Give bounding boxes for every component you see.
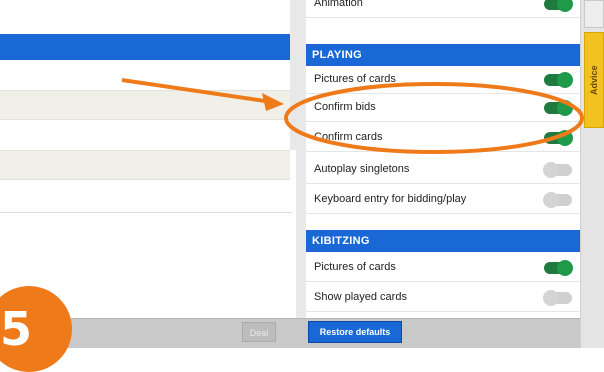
- setting-label: Animation: [314, 0, 363, 9]
- setting-row-keyboard-entry[interactable]: Keyboard entry for bidding/play: [306, 186, 580, 214]
- deal-button[interactable]: Deal: [242, 322, 276, 342]
- toggle-switch[interactable]: [544, 100, 573, 116]
- setting-row-pictures-of-cards[interactable]: Pictures of cards: [306, 66, 580, 94]
- setting-label: Pictures of cards: [314, 261, 396, 273]
- section-header-kibitzing: KIBITZING: [306, 230, 580, 252]
- list-row[interactable]: [0, 90, 290, 120]
- list-row-selected[interactable]: [0, 34, 290, 60]
- section-header-playing: PLAYING: [306, 44, 580, 66]
- restore-defaults-button[interactable]: Restore defaults: [308, 321, 402, 343]
- toggle-switch[interactable]: [544, 0, 573, 12]
- toggle-switch[interactable]: [543, 162, 572, 178]
- setting-row-kibitz-pictures-of-cards[interactable]: Pictures of cards: [306, 254, 580, 282]
- divider: [0, 212, 292, 213]
- setting-label: Pictures of cards: [314, 73, 396, 85]
- left-pane: [0, 0, 296, 318]
- toggle-knob: [543, 290, 559, 306]
- settings-panel: Animation PLAYING Pictures of cards Conf…: [306, 0, 580, 318]
- toggle-switch[interactable]: [544, 130, 573, 146]
- toggle-knob: [557, 260, 573, 276]
- setting-row-autoplay-singletons[interactable]: Autoplay singletons: [306, 156, 580, 184]
- setting-row-confirm-bids[interactable]: Confirm bids: [306, 94, 580, 122]
- list-row[interactable]: [0, 150, 290, 180]
- setting-label: Keyboard entry for bidding/play: [314, 193, 467, 205]
- toggle-knob: [543, 192, 559, 208]
- setting-label: Autoplay singletons: [314, 163, 410, 175]
- side-tab-top[interactable]: [584, 0, 604, 28]
- setting-row-confirm-cards[interactable]: Confirm cards: [306, 124, 580, 152]
- setting-row-animation[interactable]: Animation: [306, 0, 580, 18]
- toggle-knob: [557, 0, 573, 12]
- toggle-knob: [557, 130, 573, 146]
- toggle-knob: [557, 100, 573, 116]
- toggle-switch[interactable]: [543, 290, 572, 306]
- setting-label: Confirm bids: [314, 101, 376, 113]
- toggle-switch[interactable]: [544, 260, 573, 276]
- step-number: 5: [0, 302, 33, 356]
- setting-row-show-played-cards[interactable]: Show played cards: [306, 284, 580, 312]
- bottom-bar: [0, 318, 580, 348]
- toggle-knob: [543, 162, 559, 178]
- side-tab-label: Advice: [589, 65, 599, 95]
- setting-label: Confirm cards: [314, 131, 383, 143]
- pane-separator: [296, 0, 306, 348]
- toggle-switch[interactable]: [544, 72, 573, 88]
- toggle-switch[interactable]: [543, 192, 572, 208]
- toggle-knob: [557, 72, 573, 88]
- setting-label: Show played cards: [314, 291, 407, 303]
